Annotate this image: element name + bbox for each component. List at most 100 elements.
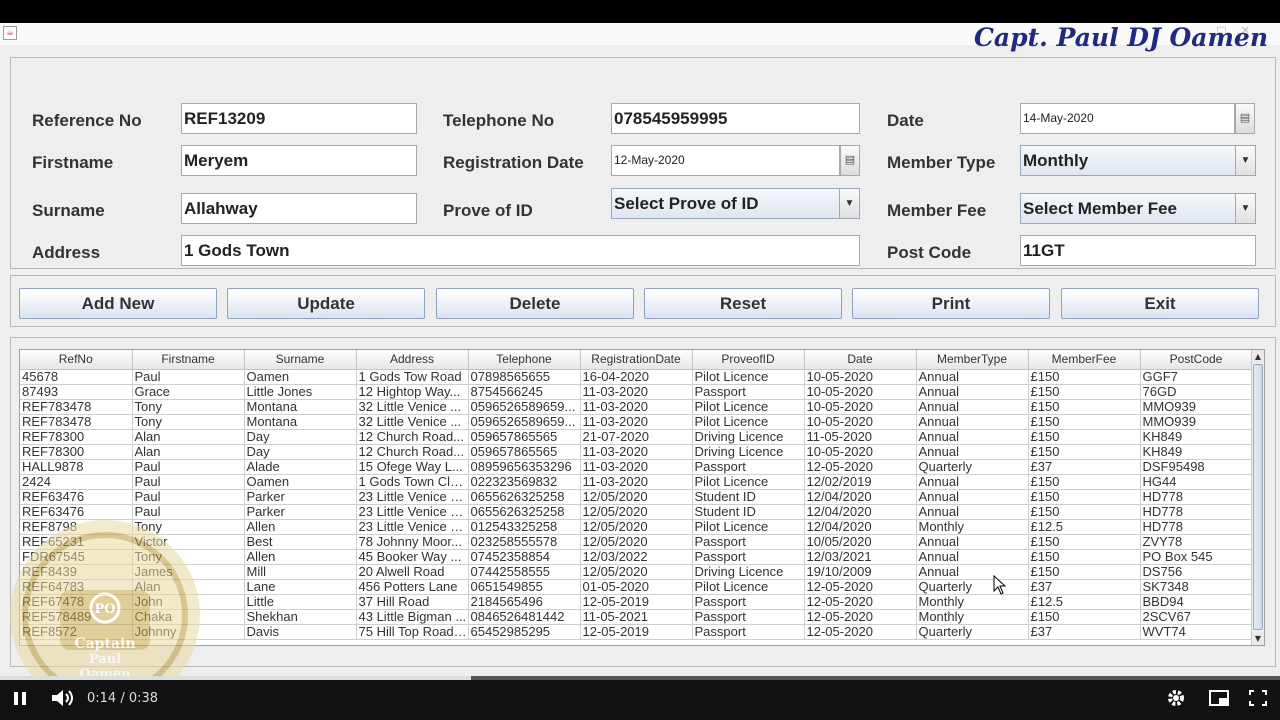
column-header[interactable]: MemberFee bbox=[1028, 350, 1141, 370]
table-cell[interactable]: Driving Licence bbox=[692, 429, 805, 445]
table-cell[interactable]: 32 Little Venice ... bbox=[356, 414, 469, 430]
table-cell[interactable]: Monthly bbox=[916, 594, 1029, 610]
table-cell[interactable]: REF8798 bbox=[20, 519, 133, 535]
table-cell[interactable]: Quarterly bbox=[916, 624, 1029, 640]
table-row[interactable]: REF63476 Paul Parker 23 Little Venice L... 0… bbox=[20, 504, 1253, 520]
table-cell[interactable]: Pilot Licence bbox=[692, 474, 805, 490]
table-cell[interactable]: 12/03/2022 bbox=[580, 549, 693, 565]
table-cell[interactable]: REF78300 bbox=[20, 444, 133, 460]
table-cell[interactable]: £150 bbox=[1028, 429, 1141, 445]
table-cell[interactable]: GGF7 bbox=[1140, 369, 1253, 385]
table-cell[interactable]: Victor bbox=[132, 534, 245, 550]
table-cell[interactable]: Oamen bbox=[244, 474, 357, 490]
table-cell[interactable]: 10/05/2020 bbox=[804, 534, 917, 550]
date-field[interactable]: 14-May-2020 bbox=[1020, 103, 1235, 134]
table-cell[interactable]: Day bbox=[244, 444, 357, 460]
table-cell[interactable]: 12/04/2020 bbox=[804, 519, 917, 535]
calendar-icon[interactable]: ▤ bbox=[1235, 103, 1255, 134]
table-cell[interactable]: Annual bbox=[916, 369, 1029, 385]
table-cell[interactable]: £150 bbox=[1028, 549, 1141, 565]
table-cell[interactable]: 10-05-2020 bbox=[804, 384, 917, 400]
table-cell[interactable]: Alan bbox=[132, 579, 245, 595]
column-header[interactable]: Telephone bbox=[468, 350, 581, 370]
table-cell[interactable]: 8754566245 bbox=[468, 384, 581, 400]
table-cell[interactable]: £37 bbox=[1028, 624, 1141, 640]
table-cell[interactable]: 11-03-2020 bbox=[580, 474, 693, 490]
table-cell[interactable]: Grace bbox=[132, 384, 245, 400]
table-row[interactable]: REF783478 Tony Montana 32 Little Venice ...… bbox=[20, 414, 1253, 430]
table-cell[interactable]: £37 bbox=[1028, 459, 1141, 475]
table-cell[interactable]: 07898565655 bbox=[468, 369, 581, 385]
table-cell[interactable]: Passport bbox=[692, 534, 805, 550]
table-cell[interactable]: KH849 bbox=[1140, 429, 1253, 445]
table-cell[interactable]: Shekhan bbox=[244, 609, 357, 625]
table-cell[interactable]: Day bbox=[244, 429, 357, 445]
reset-button[interactable]: Reset bbox=[644, 288, 842, 319]
table-cell[interactable]: Pilot Licence bbox=[692, 414, 805, 430]
table-cell[interactable]: 0651549855 bbox=[468, 579, 581, 595]
table-cell[interactable]: 08959656353296 bbox=[468, 459, 581, 475]
table-cell[interactable]: 23 Little Venice L... bbox=[356, 519, 469, 535]
table-cell[interactable]: REF63476 bbox=[20, 489, 133, 505]
table-cell[interactable]: 10-05-2020 bbox=[804, 414, 917, 430]
chevron-down-icon[interactable]: ▼ bbox=[1235, 146, 1255, 175]
table-row[interactable]: REF78300 Alan Day 12 Church Road... 05965786… bbox=[20, 429, 1253, 445]
table-cell[interactable]: 76GD bbox=[1140, 384, 1253, 400]
table-cell[interactable]: Alade bbox=[244, 459, 357, 475]
table-cell[interactable]: REF8439 bbox=[20, 564, 133, 580]
table-cell[interactable]: 11-03-2020 bbox=[580, 384, 693, 400]
table-cell[interactable]: 1 Gods Town Clo... bbox=[356, 474, 469, 490]
table-cell[interactable]: 12 Church Road... bbox=[356, 444, 469, 460]
table-cell[interactable]: REF78300 bbox=[20, 429, 133, 445]
table-cell[interactable]: MMO939 bbox=[1140, 399, 1253, 415]
table-cell[interactable]: HD778 bbox=[1140, 504, 1253, 520]
table-cell[interactable]: 11-03-2020 bbox=[580, 414, 693, 430]
table-cell[interactable]: Monthly bbox=[916, 519, 1029, 535]
table-cell[interactable]: £150 bbox=[1028, 489, 1141, 505]
table-cell[interactable]: Quarterly bbox=[916, 459, 1029, 475]
table-cell[interactable]: 11-03-2020 bbox=[580, 399, 693, 415]
chevron-down-icon[interactable]: ▼ bbox=[839, 189, 859, 218]
table-cell[interactable]: Passport bbox=[692, 459, 805, 475]
table-cell[interactable]: 12/02/2019 bbox=[804, 474, 917, 490]
column-header[interactable]: Surname bbox=[244, 350, 357, 370]
table-cell[interactable]: REF64783 bbox=[20, 579, 133, 595]
table-cell[interactable]: £37 bbox=[1028, 579, 1141, 595]
table-cell[interactable]: 12/05/2020 bbox=[580, 489, 693, 505]
table-cell[interactable]: 07452358854 bbox=[468, 549, 581, 565]
table-cell[interactable]: Annual bbox=[916, 489, 1029, 505]
reference-no-field[interactable]: REF13209 bbox=[181, 103, 417, 134]
column-header[interactable]: PostCode bbox=[1140, 350, 1253, 370]
post-code-field[interactable]: 11GT bbox=[1020, 235, 1256, 266]
vertical-scrollbar[interactable]: ▲ ▼ bbox=[1251, 350, 1264, 645]
table-row[interactable]: 2424 Paul Oamen 1 Gods Town Clo... 022323569… bbox=[20, 474, 1253, 490]
table-cell[interactable]: Alan bbox=[132, 444, 245, 460]
table-cell[interactable]: 456 Potters Lane bbox=[356, 579, 469, 595]
table-cell[interactable]: 16-04-2020 bbox=[580, 369, 693, 385]
members-table-scroll[interactable]: RefNo Firstname Surname Address Telephon… bbox=[19, 349, 1265, 646]
table-cell[interactable]: Davis bbox=[244, 624, 357, 640]
table-cell[interactable]: Alan bbox=[132, 429, 245, 445]
surname-field[interactable]: Allahway bbox=[181, 193, 417, 224]
table-row[interactable]: REF64783 Alan Lane 456 Potters Lane 06515498… bbox=[20, 579, 1253, 595]
table-cell[interactable]: Lane bbox=[244, 579, 357, 595]
table-cell[interactable]: Tony bbox=[132, 414, 245, 430]
table-cell[interactable]: 1 Gods Tow Road bbox=[356, 369, 469, 385]
table-cell[interactable]: Oamen bbox=[244, 369, 357, 385]
scrollbar-thumb[interactable] bbox=[1253, 364, 1263, 630]
table-cell[interactable]: 012543325258 bbox=[468, 519, 581, 535]
table-cell[interactable]: £150 bbox=[1028, 399, 1141, 415]
member-type-select[interactable]: Monthly ▼ bbox=[1020, 145, 1256, 176]
table-cell[interactable]: 43 Little Bigman ... bbox=[356, 609, 469, 625]
table-cell[interactable]: 0846526481442 bbox=[468, 609, 581, 625]
table-cell[interactable]: 45678 bbox=[20, 369, 133, 385]
table-cell[interactable]: 12/04/2020 bbox=[804, 504, 917, 520]
table-cell[interactable]: £12.5 bbox=[1028, 594, 1141, 610]
table-cell[interactable]: Driving Licence bbox=[692, 564, 805, 580]
table-cell[interactable]: Annual bbox=[916, 399, 1029, 415]
table-cell[interactable]: Passport bbox=[692, 624, 805, 640]
table-row[interactable]: REF63476 Paul Parker 23 Little Venice L... 0… bbox=[20, 489, 1253, 505]
table-cell[interactable]: 059657865565 bbox=[468, 444, 581, 460]
table-cell[interactable]: Paul bbox=[132, 459, 245, 475]
table-cell[interactable]: 12/05/2020 bbox=[580, 504, 693, 520]
